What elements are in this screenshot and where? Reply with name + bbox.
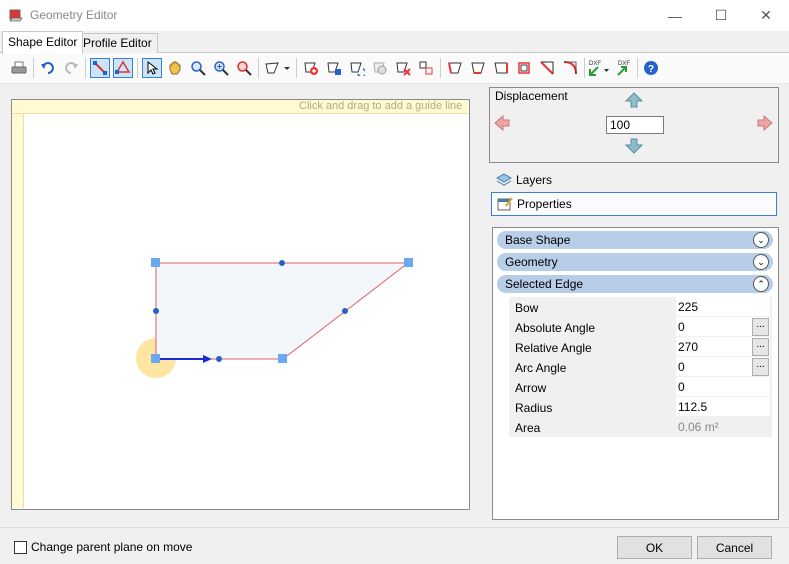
property-key: Relative Angle [515, 341, 592, 355]
layers-button[interactable]: Layers [491, 169, 776, 191]
change-parent-plane-checkbox[interactable] [14, 541, 27, 554]
group-selected-edge-label: Selected Edge [505, 277, 584, 291]
property-row-radius: Radius 112.5 [509, 397, 772, 418]
property-value-readonly: 0.06 m² [676, 417, 770, 436]
edge-midpoint-handle[interactable] [342, 308, 348, 314]
displacement-label: Displacement [495, 89, 568, 103]
ellipsis-button[interactable]: ... [752, 338, 769, 356]
property-row-relative-angle: Relative Angle 270... [509, 337, 772, 358]
footer-divider [0, 527, 789, 528]
change-parent-plane-label: Change parent plane on move [31, 540, 193, 554]
properties-label: Properties [517, 197, 572, 211]
tab-shape-editor[interactable]: Shape Editor [2, 31, 84, 54]
property-row-bow: Bow 225 [509, 297, 772, 318]
property-key: Arc Angle [515, 361, 567, 375]
group-geometry[interactable]: Geometry ⌄ [497, 253, 773, 271]
property-key: Arrow [515, 381, 547, 395]
property-value-field[interactable]: 225 [676, 297, 770, 316]
cancel-button[interactable]: Cancel [697, 536, 772, 559]
property-value-field[interactable]: 270... [676, 337, 770, 356]
property-key: Area [515, 421, 541, 435]
move-right-icon[interactable] [757, 115, 773, 131]
group-base-shape-label: Base Shape [505, 233, 571, 247]
properties-icon [497, 197, 513, 211]
ok-button[interactable]: OK [617, 536, 692, 559]
move-down-icon[interactable] [625, 138, 643, 154]
shape-polygon[interactable] [155, 262, 410, 360]
edge-midpoint-handle[interactable] [153, 308, 159, 314]
property-key: Radius [515, 401, 553, 415]
vertex-handle[interactable] [151, 258, 160, 267]
property-row-arc-angle: Arc Angle 0... [509, 357, 772, 378]
property-row-arrow: Arrow 0 [509, 377, 772, 398]
move-left-icon[interactable] [494, 115, 510, 131]
group-selected-edge[interactable]: Selected Edge ⌃ [497, 275, 773, 293]
vertex-handle[interactable] [404, 258, 413, 267]
group-base-shape[interactable]: Base Shape ⌄ [497, 231, 773, 249]
layers-icon [496, 173, 512, 186]
vertex-handle[interactable] [278, 354, 287, 363]
edge-midpoint-handle[interactable] [279, 260, 285, 266]
ellipsis-button[interactable]: ... [752, 358, 769, 376]
vertex-handle[interactable] [151, 354, 160, 363]
expand-icon[interactable]: ⌄ [753, 254, 769, 270]
property-key: Absolute Angle [515, 321, 596, 335]
edge-midpoint-handle[interactable] [216, 356, 222, 362]
ellipsis-button[interactable]: ... [752, 318, 769, 336]
move-up-icon[interactable] [625, 92, 643, 108]
property-value-field[interactable]: 0 [676, 377, 770, 396]
properties-button[interactable]: Properties [491, 192, 777, 216]
property-value-field[interactable]: 0... [676, 357, 770, 376]
layers-label: Layers [516, 173, 553, 187]
property-key: Bow [515, 301, 539, 315]
property-row-absolute-angle: Absolute Angle 0... [509, 317, 772, 338]
displacement-input[interactable] [606, 116, 664, 134]
collapse-icon[interactable]: ⌃ [753, 276, 769, 292]
property-row-area: Area 0.06 m² [509, 417, 772, 438]
property-value-field[interactable]: 0... [676, 317, 770, 336]
group-geometry-label: Geometry [505, 255, 558, 269]
property-value-field[interactable]: 112.5 [676, 397, 770, 416]
expand-icon[interactable]: ⌄ [753, 232, 769, 248]
